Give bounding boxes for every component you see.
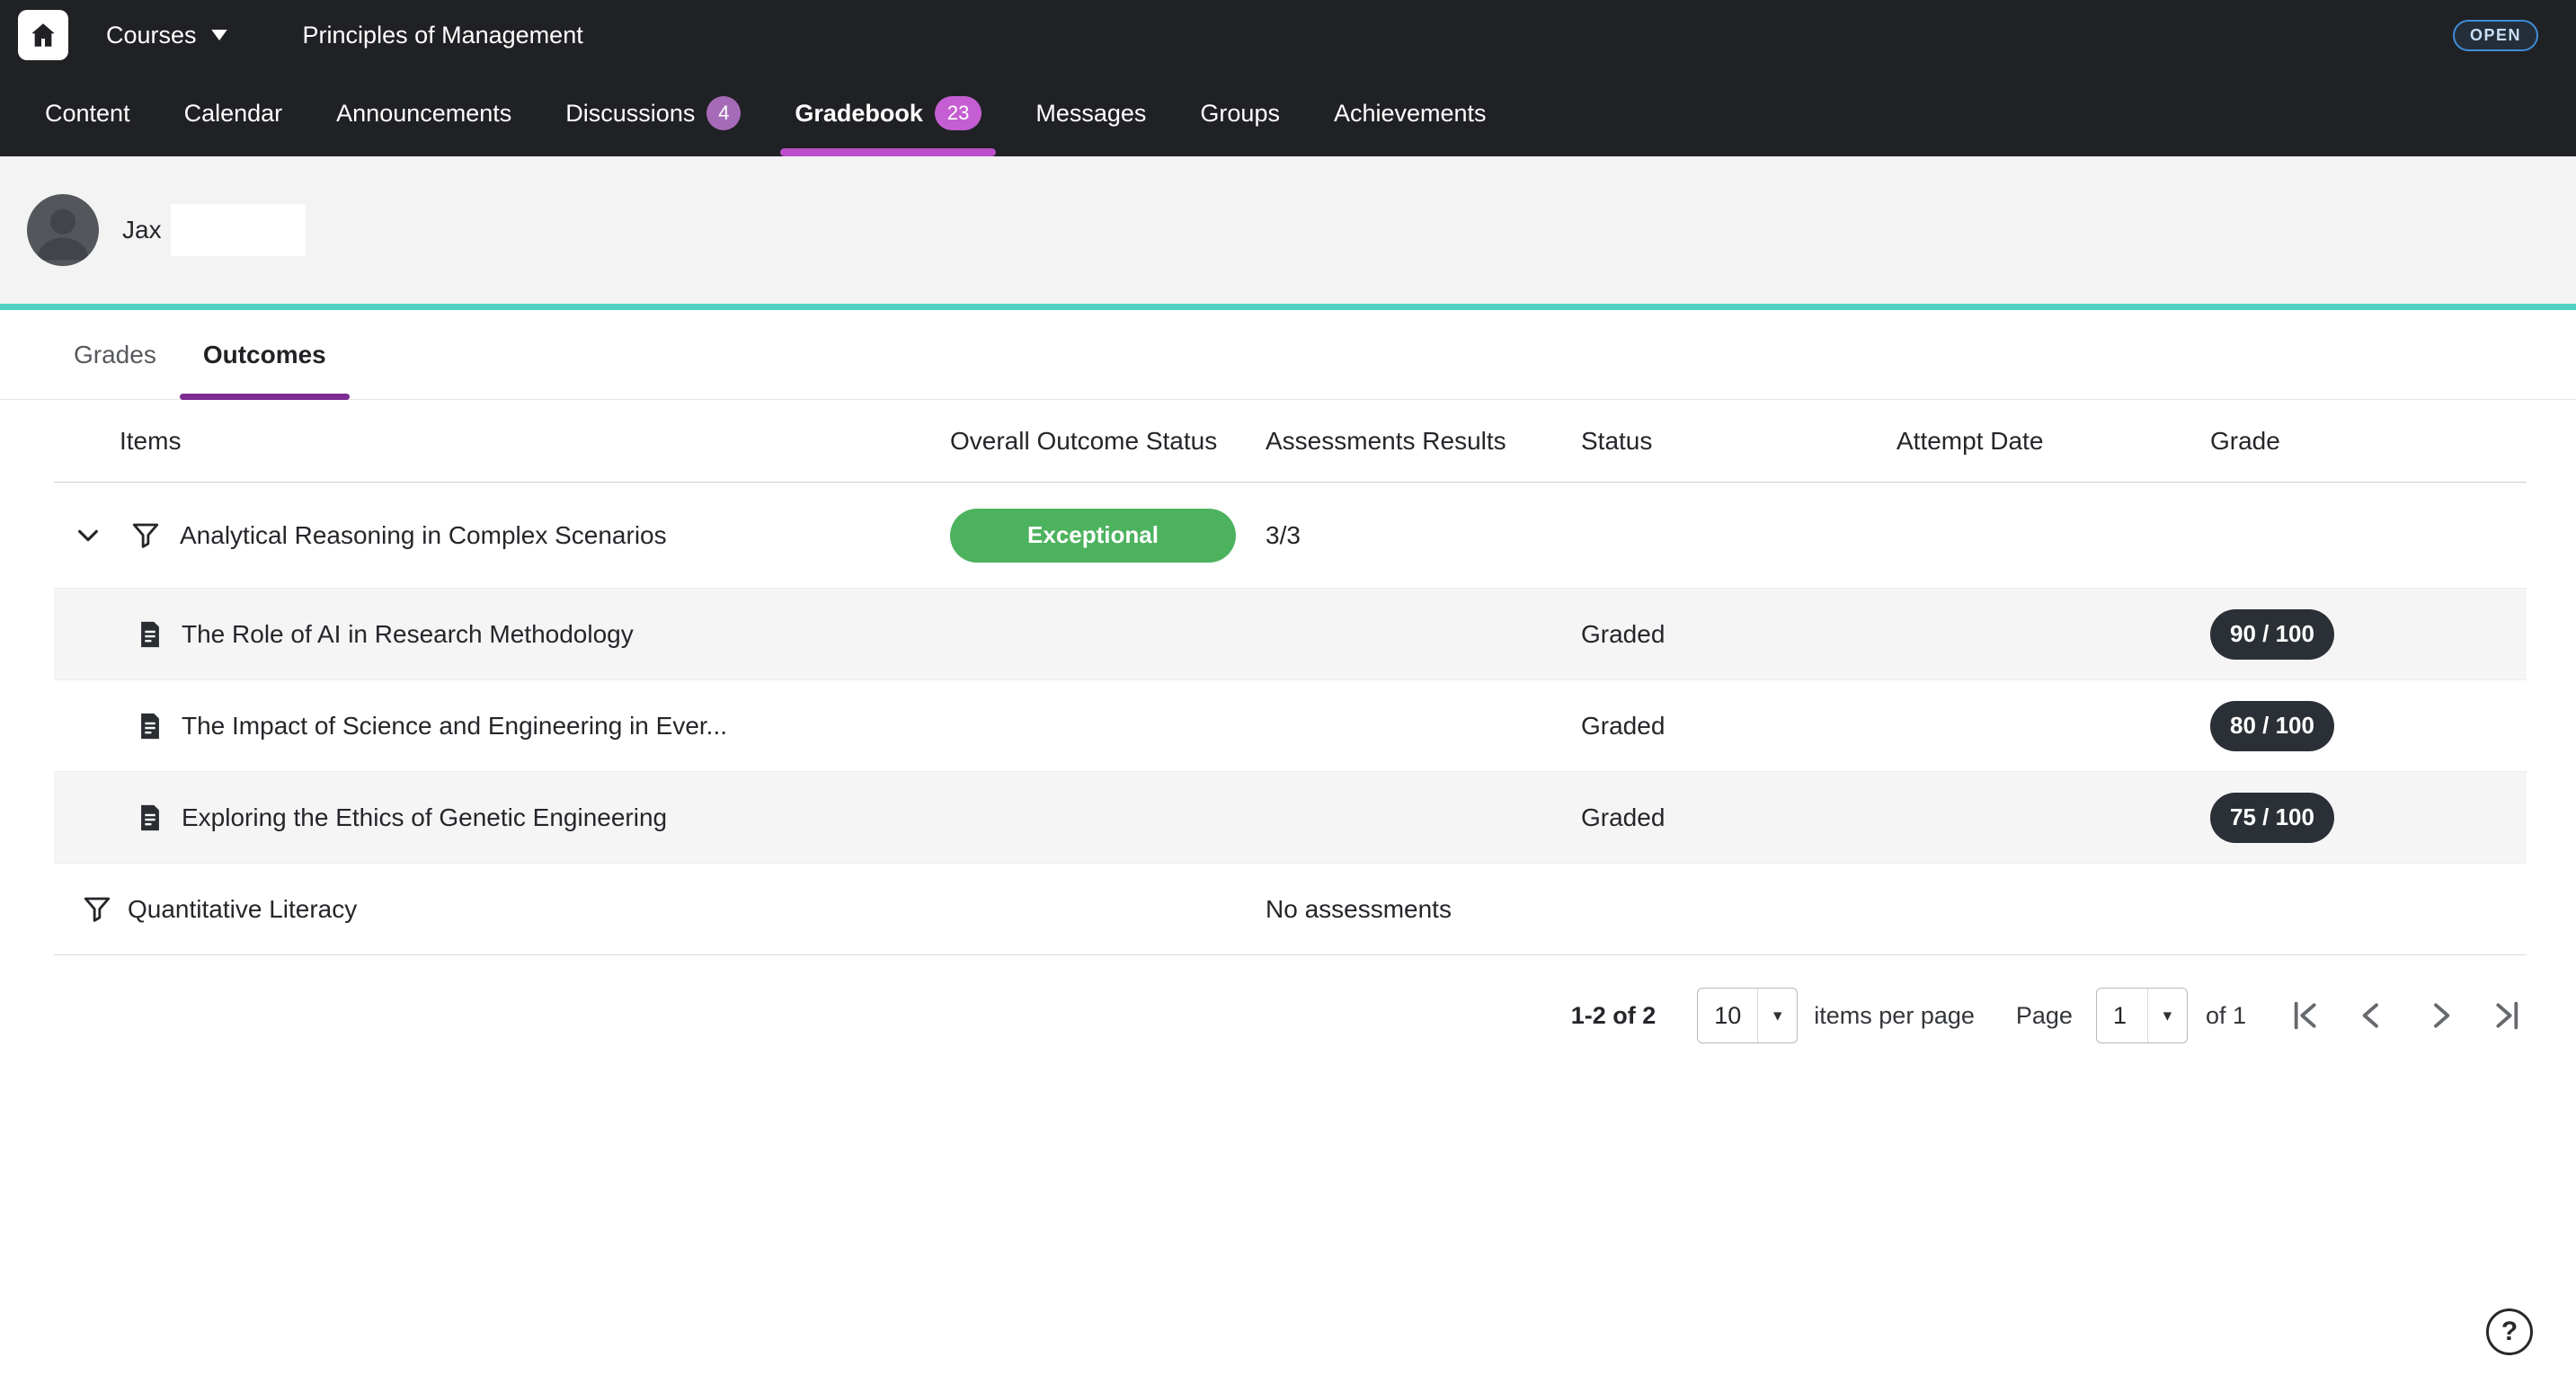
course-title: Principles of Management	[303, 22, 583, 49]
page-nav-buttons	[2286, 998, 2527, 1033]
nav-tab-groups[interactable]: Groups	[1200, 70, 1280, 156]
pagination-bar: 1-2 of 2 10 ▾ items per page Page 1 ▾ of…	[0, 988, 2527, 1043]
last-page-button[interactable]	[2491, 998, 2527, 1033]
outcomes-table: Items Overall Outcome Status Assessments…	[54, 400, 2527, 955]
avatar	[27, 194, 99, 266]
name-redaction-box	[171, 204, 306, 256]
nav-tab-content[interactable]: Content	[45, 70, 130, 156]
items-per-page-select[interactable]: 10 ▾	[1697, 988, 1798, 1043]
courses-dropdown[interactable]: Courses	[106, 22, 227, 49]
person-icon	[27, 194, 99, 266]
page-value: 1	[2097, 989, 2147, 1042]
column-header-grade: Grade	[2210, 427, 2527, 456]
nav-tab-messages[interactable]: Messages	[1035, 70, 1146, 156]
page-select[interactable]: 1 ▾	[2096, 988, 2188, 1043]
gradebook-count-badge: 23	[935, 96, 982, 130]
assessment-title: The Role of AI in Research Methodology	[182, 620, 634, 649]
nav-tab-announcements[interactable]: Announcements	[336, 70, 511, 156]
outcome-row: Analytical Reasoning in Complex Scenario…	[54, 483, 2527, 589]
grade-badge: 75 / 100	[2210, 793, 2334, 843]
student-header: Jax	[0, 156, 2576, 304]
nav-tab-calendar[interactable]: Calendar	[184, 70, 283, 156]
collapse-outcome-button[interactable]	[74, 521, 102, 550]
first-page-button[interactable]	[2286, 998, 2322, 1033]
home-icon	[28, 20, 58, 50]
chevron-down-icon	[211, 30, 227, 40]
next-page-button[interactable]	[2422, 998, 2458, 1033]
outcome-row: Quantitative Literacy No assessments	[54, 864, 2527, 955]
assessments-results-value: No assessments	[1266, 895, 1581, 924]
gradebook-subtabs: Grades Outcomes	[0, 310, 2576, 400]
help-button[interactable]: ?	[2486, 1308, 2533, 1355]
assessment-title: Exploring the Ethics of Genetic Engineer…	[182, 803, 667, 832]
student-name: Jax	[122, 216, 162, 244]
accent-divider	[0, 304, 2576, 310]
nav-label: Calendar	[184, 100, 283, 128]
assessment-status: Graded	[1581, 620, 1896, 649]
home-button[interactable]	[18, 10, 68, 60]
table-header-row: Items Overall Outcome Status Assessments…	[54, 400, 2527, 483]
discussions-count-badge: 4	[706, 96, 741, 130]
tab-label: Outcomes	[203, 341, 326, 369]
assessment-status: Graded	[1581, 803, 1896, 832]
top-navbar: Courses Principles of Management OPEN	[0, 0, 2576, 70]
column-header-attempt-date: Attempt Date	[1896, 427, 2210, 456]
document-icon	[135, 803, 165, 833]
assessments-results-value: 3/3	[1266, 521, 1581, 550]
last-page-icon	[2491, 998, 2527, 1033]
nav-label: Content	[45, 100, 130, 128]
nav-label: Gradebook	[795, 100, 923, 128]
document-icon	[135, 711, 165, 741]
outcome-funnel-icon	[129, 519, 162, 552]
total-pages-label: of 1	[2206, 1002, 2246, 1030]
column-header-status: Status	[1581, 427, 1896, 456]
nav-tab-gradebook[interactable]: Gradebook 23	[795, 70, 982, 156]
page-label: Page	[2016, 1002, 2073, 1030]
nav-label: Announcements	[336, 100, 511, 128]
grade-badge: 90 / 100	[2210, 609, 2334, 660]
document-icon	[135, 619, 165, 650]
assessment-row: The Role of AI in Research Methodology G…	[54, 589, 2527, 680]
first-page-icon	[2286, 998, 2322, 1033]
nav-label: Achievements	[1334, 100, 1487, 128]
chevron-left-icon	[2354, 998, 2390, 1033]
items-per-page-label: items per page	[1814, 1002, 1975, 1030]
chevron-right-icon	[2422, 998, 2458, 1033]
items-per-page-value: 10	[1698, 989, 1757, 1042]
nav-label: Discussions	[565, 100, 695, 128]
chevron-down-icon: ▾	[2147, 989, 2187, 1042]
courses-label: Courses	[106, 22, 197, 49]
tab-grades[interactable]: Grades	[50, 310, 180, 399]
column-header-assessments-results: Assessments Results	[1266, 427, 1581, 456]
column-header-items: Items	[54, 427, 950, 456]
assessment-title: The Impact of Science and Engineering in…	[182, 712, 727, 741]
question-mark-icon: ?	[2501, 1317, 2518, 1347]
outcome-title: Quantitative Literacy	[128, 895, 357, 924]
assessment-row: The Impact of Science and Engineering in…	[54, 680, 2527, 772]
overall-status-badge: Exceptional	[950, 509, 1236, 563]
nav-label: Messages	[1035, 100, 1146, 128]
tab-label: Grades	[74, 341, 156, 369]
pagination-range: 1-2 of 2	[1571, 1002, 1657, 1030]
grade-badge: 80 / 100	[2210, 701, 2334, 751]
assessment-row: Exploring the Ethics of Genetic Engineer…	[54, 772, 2527, 864]
nav-label: Groups	[1200, 100, 1280, 128]
nav-tab-discussions[interactable]: Discussions 4	[565, 70, 741, 156]
assessment-status: Graded	[1581, 712, 1896, 741]
tab-outcomes[interactable]: Outcomes	[180, 310, 350, 399]
outcome-title: Analytical Reasoning in Complex Scenario…	[180, 521, 667, 550]
course-navbar: Content Calendar Announcements Discussio…	[0, 70, 2576, 156]
previous-page-button[interactable]	[2354, 998, 2390, 1033]
column-header-overall-outcome-status: Overall Outcome Status	[950, 427, 1266, 456]
outcome-funnel-icon	[81, 893, 113, 926]
chevron-down-icon: ▾	[1757, 989, 1797, 1042]
nav-tab-achievements[interactable]: Achievements	[1334, 70, 1487, 156]
open-status-badge: OPEN	[2453, 20, 2538, 51]
chevron-down-icon	[74, 521, 102, 550]
